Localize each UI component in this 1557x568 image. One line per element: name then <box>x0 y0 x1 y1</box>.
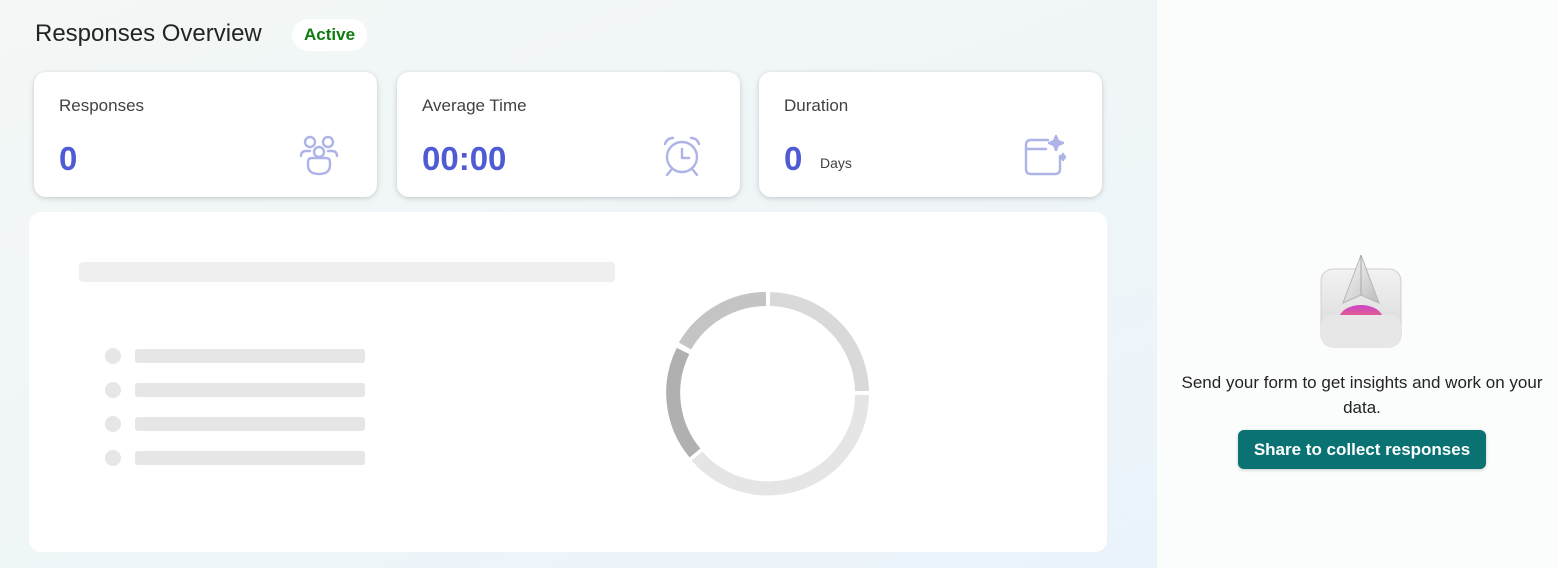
skeleton-donut-segment <box>678 292 767 350</box>
average-time-value: 00:00 <box>422 140 507 177</box>
duration-card-label: Duration <box>784 96 849 115</box>
skeleton-donut-segment <box>666 347 701 458</box>
skeleton-legend-item <box>105 348 367 364</box>
skeleton-legend-item <box>105 382 367 398</box>
chart-placeholder-panel <box>29 212 1107 552</box>
skeleton-legend-dot <box>105 382 121 398</box>
skeleton-legend-dot <box>105 348 121 364</box>
responses-card: Responses 0 <box>34 72 377 197</box>
skeleton-legend-item <box>105 416 367 432</box>
paper-plane-tray-icon <box>1320 255 1402 348</box>
duration-card: Duration 0 Days <box>759 72 1102 197</box>
skeleton-legend-item <box>105 450 367 466</box>
average-time-card: Average Time 00:00 <box>397 72 740 197</box>
empty-state-message: Send your form to get insights and work … <box>1181 373 1543 417</box>
average-time-card-label: Average Time <box>422 96 527 115</box>
skeleton-legend-dot <box>105 416 121 432</box>
page-title: Responses Overview <box>35 20 262 47</box>
skeleton-title <box>79 262 615 282</box>
responses-card-label: Responses <box>59 96 145 115</box>
skeleton-donut-segment <box>691 394 869 496</box>
alarm-clock-icon <box>663 136 701 177</box>
skeleton-legend-bar <box>135 349 365 363</box>
responses-count: 0 <box>59 140 78 177</box>
status-badge: Active <box>292 19 368 51</box>
skeleton-donut-segment <box>769 292 869 392</box>
skeleton-legend-bar <box>135 451 365 465</box>
responses-overview-panel: Responses Overview Active Responses 0 Av… <box>0 0 1157 568</box>
skeleton-legend-bar <box>135 383 365 397</box>
duration-value: 0 <box>784 140 803 177</box>
duration-unit: Days <box>820 155 852 171</box>
skeleton-donut-chart <box>666 292 869 496</box>
skeleton-legend-dot <box>105 450 121 466</box>
share-to-collect-responses-button[interactable]: Share to collect responses <box>1238 430 1486 469</box>
skeleton-legend-bar <box>135 417 365 431</box>
calendar-sparkle-icon <box>1024 134 1066 176</box>
people-group-icon <box>299 135 339 176</box>
